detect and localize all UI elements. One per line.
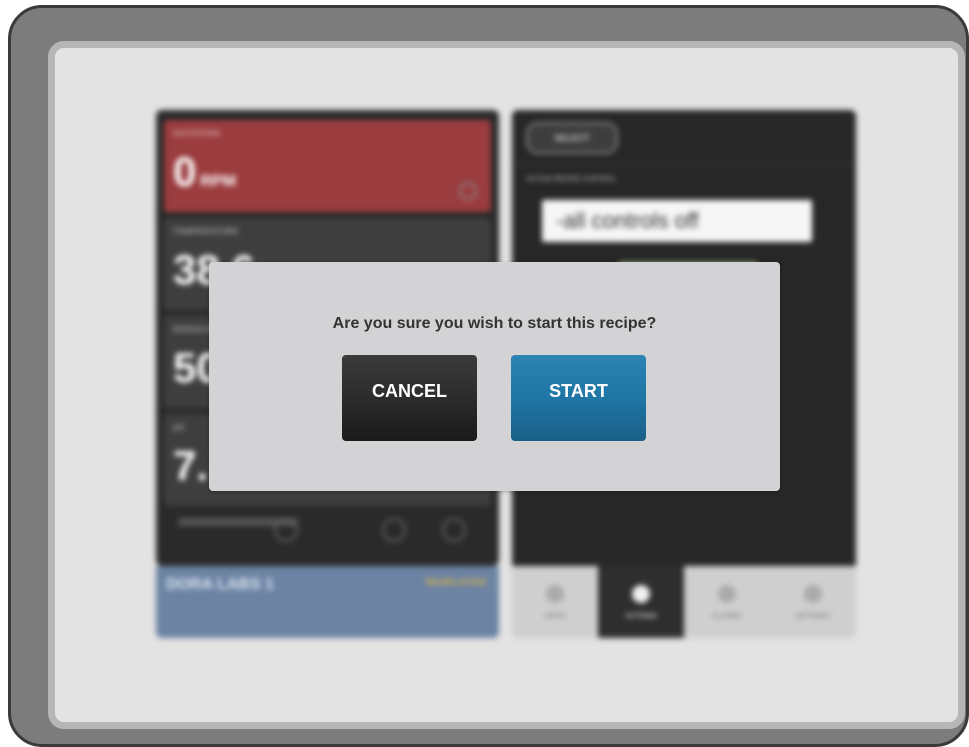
nav-item-units: UNITS (512, 566, 598, 638)
nav-item-actions: ACTIONS (598, 566, 684, 638)
nav-item-alarms: ALARMS (684, 566, 770, 638)
recipe-select: -all controls off (542, 200, 812, 242)
tile-value: 0 RPM (173, 148, 236, 195)
nav-item-label: ACTIONS (625, 612, 657, 620)
bottom-nav: UNITS ACTIONS ALARMS SETTINGS (512, 566, 856, 638)
device-info-panel: DORA LABS 1 RECIPE ACTIVE (156, 566, 499, 638)
tile-value: 7. (173, 442, 209, 489)
recipe-section-label: ACTIVE RECIPE CONTROL (526, 176, 617, 183)
cancel-button[interactable]: CANCEL (342, 355, 477, 441)
divider (512, 164, 856, 165)
start-button[interactable]: START (511, 355, 646, 441)
confirm-dialog: Are you sure you wish to start this reci… (209, 262, 780, 491)
nav-item-label: SETTINGS (795, 612, 831, 620)
device-name: DORA LABS 1 (166, 576, 274, 593)
nav-item-label: UNITS (544, 612, 566, 620)
settings-icon (274, 518, 298, 542)
nav-item-label: ALARMS (712, 612, 742, 620)
tile-label: AGITATION (173, 129, 221, 138)
dialog-message: Are you sure you wish to start this reci… (332, 315, 657, 332)
nav-item-settings: SETTINGS (770, 566, 856, 638)
status-footer (164, 510, 491, 560)
bell-icon (718, 584, 736, 603)
tile-label: TEMPERATURE (173, 227, 239, 236)
gear-icon (804, 584, 822, 603)
actions-icon (632, 584, 650, 603)
select-button: SELECT (526, 122, 618, 154)
agitation-tile: AGITATION 0 RPM (164, 120, 491, 212)
info-icon (382, 518, 406, 542)
units-icon (546, 584, 564, 603)
status-badge: RECIPE ACTIVE (425, 578, 487, 587)
gear-icon (459, 182, 477, 200)
tile-label: pH (173, 423, 185, 432)
user-icon (442, 518, 466, 542)
